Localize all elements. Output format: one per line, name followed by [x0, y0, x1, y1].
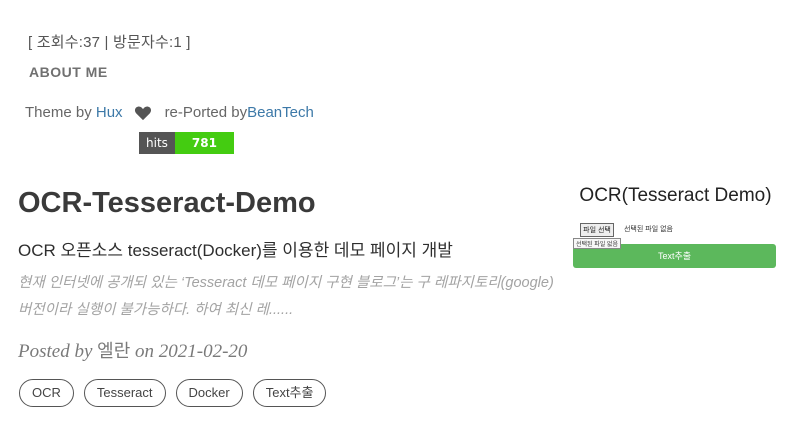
tag-ocr[interactable]: OCR [19, 379, 74, 407]
file-status-text: 선택된 파일 없음 [623, 226, 673, 233]
hux-link[interactable]: Hux [96, 104, 123, 121]
file-sub-label: 선택된 파일 없음 [573, 238, 621, 249]
post-preview-image[interactable]: OCR(Tesseract Demo) 파일 선택 선택된 파일 없음 선택된 … [573, 185, 778, 268]
tag-list: OCR Tesseract Docker Text추출 [19, 379, 327, 407]
hits-badge: hits 781 [139, 132, 234, 154]
tag-text-extract[interactable]: Text추출 [252, 379, 327, 407]
beantech-link[interactable]: BeanTech [247, 104, 314, 121]
date-prefix: on [135, 341, 155, 362]
file-input-group: 파일 선택 선택된 파일 없음 [573, 223, 621, 249]
about-me-link[interactable]: ABOUT ME [29, 64, 108, 80]
heart-icon [134, 106, 151, 120]
hits-value: 781 [174, 132, 234, 154]
tag-docker[interactable]: Docker [175, 379, 243, 407]
post-date: 2021-02-20 [158, 341, 248, 362]
file-select-button[interactable]: 파일 선택 [580, 223, 614, 237]
ported-prefix: re-Ported by [164, 104, 248, 121]
post-author: 엘란 [97, 341, 131, 362]
theme-credit: Theme by Hux re-Ported by BeanTech [25, 104, 314, 121]
visit-counter: [ 조회수:37 | 방문자수:1 ] [28, 34, 191, 51]
preview-title: OCR(Tesseract Demo) [579, 185, 772, 206]
theme-prefix: Theme by [25, 104, 92, 121]
post-meta: Posted by 엘란 on 2021-02-20 [18, 337, 247, 363]
post-title[interactable]: OCR-Tesseract-Demo [18, 187, 316, 220]
file-input-row: 파일 선택 선택된 파일 없음 선택된 파일 없음 [573, 223, 778, 249]
post-subtitle[interactable]: OCR 오픈소스 tesseract(Docker)를 이용한 데모 페이지 개… [18, 236, 453, 261]
post-excerpt[interactable]: 현재 인터넷에 공개되 있는 ‘Tesseract 데모 페이지 구현 블로그’… [18, 270, 558, 324]
hits-label: hits [139, 132, 175, 154]
posted-by-label: Posted by [18, 341, 93, 362]
tag-tesseract[interactable]: Tesseract [83, 379, 166, 407]
